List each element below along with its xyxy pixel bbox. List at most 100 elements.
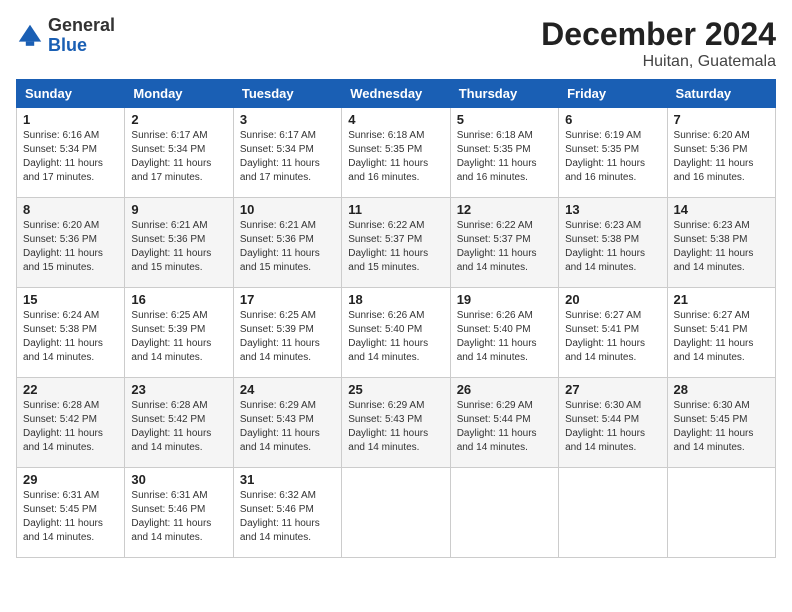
day-info: Sunrise: 6:28 AMSunset: 5:42 PMDaylight:…: [23, 399, 118, 455]
calendar-cell: [667, 468, 775, 558]
day-number: 17: [240, 292, 335, 307]
location-title: Huitan, Guatemala: [541, 53, 776, 71]
day-info: Sunrise: 6:18 AMSunset: 5:35 PMDaylight:…: [457, 129, 552, 185]
header-cell-thursday: Thursday: [450, 80, 558, 108]
day-info: Sunrise: 6:17 AMSunset: 5:34 PMDaylight:…: [240, 129, 335, 185]
day-number: 1: [23, 112, 118, 127]
day-number: 10: [240, 202, 335, 217]
calendar-cell: 21 Sunrise: 6:27 AMSunset: 5:41 PMDayligh…: [667, 288, 775, 378]
header-cell-sunday: Sunday: [17, 80, 125, 108]
day-info: Sunrise: 6:27 AMSunset: 5:41 PMDaylight:…: [565, 309, 660, 365]
calendar-cell: 9 Sunrise: 6:21 AMSunset: 5:36 PMDaylight…: [125, 198, 233, 288]
day-number: 6: [565, 112, 660, 127]
calendar-cell: 20Sunrise: 6:27 AMSunset: 5:41 PMDayligh…: [559, 288, 667, 378]
day-number: 11: [348, 202, 443, 217]
day-info: Sunrise: 6:23 AMSunset: 5:38 PMDaylight:…: [565, 219, 660, 275]
calendar-cell: [450, 468, 558, 558]
day-info: Sunrise: 6:31 AMSunset: 5:46 PMDaylight:…: [131, 489, 226, 545]
day-number: 22: [23, 382, 118, 397]
day-number: 30: [131, 472, 226, 487]
calendar-cell: 1 Sunrise: 6:16 AMSunset: 5:34 PMDaylight…: [17, 108, 125, 198]
calendar-cell: 29 Sunrise: 6:31 AMSunset: 5:45 PMDayligh…: [17, 468, 125, 558]
day-info: Sunrise: 6:17 AMSunset: 5:34 PMDaylight:…: [131, 129, 226, 185]
calendar-cell: 24 Sunrise: 6:29 AMSunset: 5:43 PMDayligh…: [233, 378, 341, 468]
day-number: 5: [457, 112, 552, 127]
day-info: Sunrise: 6:32 AMSunset: 5:46 PMDaylight:…: [240, 489, 335, 545]
logo: General Blue: [16, 16, 115, 56]
day-number: 4: [348, 112, 443, 127]
day-info: Sunrise: 6:19 AMSunset: 5:35 PMDaylight:…: [565, 129, 660, 185]
calendar-cell: 27Sunrise: 6:30 AMSunset: 5:44 PMDayligh…: [559, 378, 667, 468]
header-row: SundayMondayTuesdayWednesdayThursdayFrid…: [17, 80, 776, 108]
day-info: Sunrise: 6:22 AMSunset: 5:37 PMDaylight:…: [348, 219, 443, 275]
day-number: 28: [674, 382, 769, 397]
title-area: December 2024 Huitan, Guatemala: [541, 16, 776, 71]
day-info: Sunrise: 6:25 AMSunset: 5:39 PMDaylight:…: [240, 309, 335, 365]
logo-general-text: General: [48, 15, 115, 35]
calendar-cell: 16 Sunrise: 6:25 AMSunset: 5:39 PMDayligh…: [125, 288, 233, 378]
day-info: Sunrise: 6:18 AMSunset: 5:35 PMDaylight:…: [348, 129, 443, 185]
month-title: December 2024: [541, 16, 776, 53]
calendar-cell: 4 Sunrise: 6:18 AMSunset: 5:35 PMDaylight…: [342, 108, 450, 198]
calendar-cell: 19Sunrise: 6:26 AMSunset: 5:40 PMDayligh…: [450, 288, 558, 378]
header-cell-monday: Monday: [125, 80, 233, 108]
day-info: Sunrise: 6:30 AMSunset: 5:45 PMDaylight:…: [674, 399, 769, 455]
calendar-week-3: 15 Sunrise: 6:24 AMSunset: 5:38 PMDayligh…: [17, 288, 776, 378]
day-number: 26: [457, 382, 552, 397]
calendar-cell: 23 Sunrise: 6:28 AMSunset: 5:42 PMDayligh…: [125, 378, 233, 468]
day-number: 13: [565, 202, 660, 217]
day-number: 16: [131, 292, 226, 307]
calendar-body: 1 Sunrise: 6:16 AMSunset: 5:34 PMDaylight…: [17, 108, 776, 558]
day-number: 12: [457, 202, 552, 217]
day-number: 9: [131, 202, 226, 217]
calendar-cell: [559, 468, 667, 558]
day-number: 24: [240, 382, 335, 397]
day-info: Sunrise: 6:27 AMSunset: 5:41 PMDaylight:…: [674, 309, 769, 365]
day-info: Sunrise: 6:29 AMSunset: 5:43 PMDaylight:…: [348, 399, 443, 455]
logo-blue-text: Blue: [48, 35, 87, 55]
day-info: Sunrise: 6:24 AMSunset: 5:38 PMDaylight:…: [23, 309, 118, 365]
calendar-week-1: 1 Sunrise: 6:16 AMSunset: 5:34 PMDaylight…: [17, 108, 776, 198]
calendar-week-4: 22 Sunrise: 6:28 AMSunset: 5:42 PMDayligh…: [17, 378, 776, 468]
header-cell-saturday: Saturday: [667, 80, 775, 108]
calendar-cell: 11 Sunrise: 6:22 AMSunset: 5:37 PMDayligh…: [342, 198, 450, 288]
day-number: 25: [348, 382, 443, 397]
day-info: Sunrise: 6:26 AMSunset: 5:40 PMDaylight:…: [348, 309, 443, 365]
day-number: 31: [240, 472, 335, 487]
header-cell-tuesday: Tuesday: [233, 80, 341, 108]
day-info: Sunrise: 6:25 AMSunset: 5:39 PMDaylight:…: [131, 309, 226, 365]
calendar-cell: 8 Sunrise: 6:20 AMSunset: 5:36 PMDaylight…: [17, 198, 125, 288]
calendar-cell: 13 Sunrise: 6:23 AMSunset: 5:38 PMDayligh…: [559, 198, 667, 288]
calendar-cell: 26 Sunrise: 6:29 AMSunset: 5:44 PMDayligh…: [450, 378, 558, 468]
day-info: Sunrise: 6:20 AMSunset: 5:36 PMDaylight:…: [23, 219, 118, 275]
calendar-header: SundayMondayTuesdayWednesdayThursdayFrid…: [17, 80, 776, 108]
day-info: Sunrise: 6:21 AMSunset: 5:36 PMDaylight:…: [131, 219, 226, 275]
calendar-cell: 6 Sunrise: 6:19 AMSunset: 5:35 PMDaylight…: [559, 108, 667, 198]
calendar-cell: 18 Sunrise: 6:26 AMSunset: 5:40 PMDayligh…: [342, 288, 450, 378]
header: General Blue December 2024 Huitan, Guate…: [16, 16, 776, 71]
calendar-cell: 25 Sunrise: 6:29 AMSunset: 5:43 PMDayligh…: [342, 378, 450, 468]
logo-icon: [16, 22, 44, 50]
header-cell-wednesday: Wednesday: [342, 80, 450, 108]
day-info: Sunrise: 6:31 AMSunset: 5:45 PMDaylight:…: [23, 489, 118, 545]
day-number: 23: [131, 382, 226, 397]
calendar-cell: 3Sunrise: 6:17 AMSunset: 5:34 PMDaylight…: [233, 108, 341, 198]
day-info: Sunrise: 6:30 AMSunset: 5:44 PMDaylight:…: [565, 399, 660, 455]
day-number: 21: [674, 292, 769, 307]
day-number: 14: [674, 202, 769, 217]
calendar-cell: 28 Sunrise: 6:30 AMSunset: 5:45 PMDayligh…: [667, 378, 775, 468]
calendar-cell: 10Sunrise: 6:21 AMSunset: 5:36 PMDayligh…: [233, 198, 341, 288]
day-info: Sunrise: 6:23 AMSunset: 5:38 PMDaylight:…: [674, 219, 769, 275]
day-number: 29: [23, 472, 118, 487]
calendar-cell: 5 Sunrise: 6:18 AMSunset: 5:35 PMDaylight…: [450, 108, 558, 198]
day-number: 18: [348, 292, 443, 307]
calendar-cell: 22 Sunrise: 6:28 AMSunset: 5:42 PMDayligh…: [17, 378, 125, 468]
day-number: 19: [457, 292, 552, 307]
day-number: 8: [23, 202, 118, 217]
day-info: Sunrise: 6:28 AMSunset: 5:42 PMDaylight:…: [131, 399, 226, 455]
day-info: Sunrise: 6:29 AMSunset: 5:44 PMDaylight:…: [457, 399, 552, 455]
day-number: 7: [674, 112, 769, 127]
day-info: Sunrise: 6:29 AMSunset: 5:43 PMDaylight:…: [240, 399, 335, 455]
day-info: Sunrise: 6:16 AMSunset: 5:34 PMDaylight:…: [23, 129, 118, 185]
day-number: 15: [23, 292, 118, 307]
